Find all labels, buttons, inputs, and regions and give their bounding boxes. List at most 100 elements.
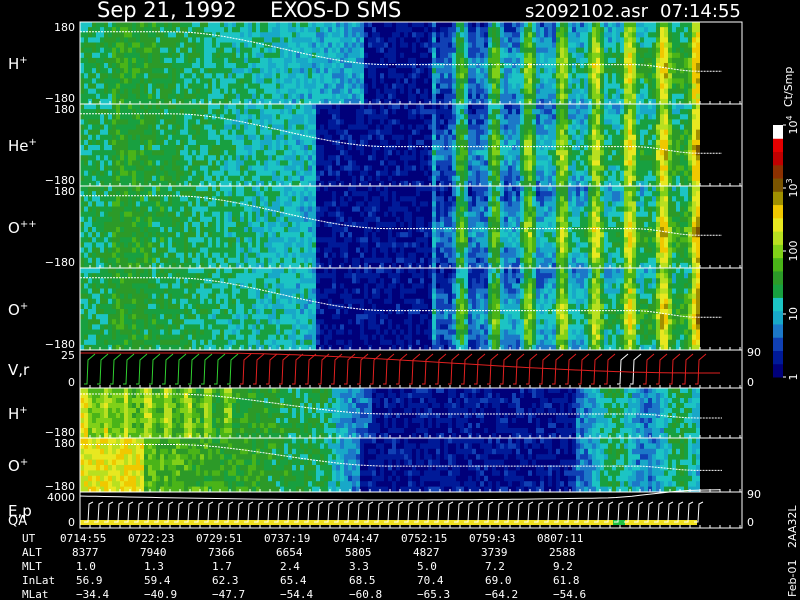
heatmap-cell bbox=[452, 109, 456, 115]
heatmap-cell bbox=[576, 47, 580, 54]
heatmap-cell bbox=[152, 73, 156, 79]
heatmap-cell bbox=[356, 68, 360, 74]
heatmap-cell bbox=[308, 68, 312, 74]
heatmap-cell bbox=[440, 57, 444, 64]
heatmap-cell bbox=[328, 52, 332, 59]
heatmap-cell bbox=[676, 165, 680, 172]
heatmap-cell bbox=[196, 93, 200, 100]
heatmap-cell bbox=[536, 170, 540, 177]
heatmap-cell bbox=[112, 170, 116, 177]
heatmap-cell bbox=[104, 63, 108, 69]
heatmap-cell bbox=[388, 170, 392, 177]
heatmap-cell bbox=[524, 175, 528, 182]
heatmap-cell bbox=[696, 73, 700, 79]
heatmap-cell bbox=[560, 175, 564, 182]
heatmap-cell bbox=[524, 42, 528, 49]
heatmap-cell bbox=[440, 175, 444, 182]
heatmap-cell bbox=[100, 63, 104, 69]
heatmap-cell bbox=[664, 57, 668, 64]
heatmap-cell bbox=[532, 170, 536, 177]
heatmap-cell bbox=[204, 145, 208, 151]
heatmap-cell bbox=[668, 88, 672, 95]
heatmap-cell bbox=[340, 119, 344, 126]
heatmap-cell bbox=[596, 78, 600, 85]
heatmap-cell bbox=[168, 175, 172, 182]
heatmap-cell bbox=[480, 129, 484, 136]
heatmap-cell bbox=[440, 27, 444, 33]
heatmap-cell bbox=[304, 78, 308, 85]
heatmap-cell bbox=[580, 170, 584, 177]
heatmap-cell bbox=[276, 37, 280, 44]
heatmap-cell bbox=[368, 27, 372, 33]
heatmap-cell bbox=[484, 124, 488, 131]
heatmap-cell bbox=[624, 93, 628, 100]
heatmap-cell bbox=[136, 150, 140, 156]
heatmap-cell bbox=[232, 134, 236, 141]
heatmap-cell bbox=[472, 42, 476, 49]
heatmap-cell bbox=[380, 109, 384, 115]
heatmap-cell bbox=[568, 124, 572, 131]
heatmap-cell bbox=[220, 27, 224, 33]
heatmap-cell bbox=[396, 165, 400, 172]
heatmap-cell bbox=[620, 109, 624, 115]
heatmap-cell bbox=[452, 68, 456, 74]
heatmap-cell bbox=[408, 52, 412, 59]
heatmap-cell bbox=[112, 150, 116, 156]
heatmap-cell bbox=[440, 104, 444, 110]
heatmap-cell bbox=[392, 32, 396, 38]
heatmap-cell bbox=[368, 124, 372, 131]
heatmap-cell bbox=[652, 150, 656, 156]
heatmap-cell bbox=[556, 155, 560, 161]
heatmap-cell bbox=[312, 37, 316, 44]
heatmap-cell bbox=[248, 104, 252, 110]
heatmap-cell bbox=[108, 119, 112, 126]
heatmap-cell bbox=[380, 170, 384, 177]
heatmap-cell bbox=[664, 134, 668, 141]
heatmap-cell bbox=[232, 52, 236, 59]
heatmap-cell bbox=[656, 160, 660, 167]
heatmap-cell bbox=[472, 68, 476, 74]
heatmap-cell bbox=[360, 129, 364, 136]
heatmap-cell bbox=[436, 139, 440, 146]
heatmap-cell bbox=[528, 73, 532, 79]
heatmap-cell bbox=[176, 93, 180, 100]
heatmap-cell bbox=[660, 47, 664, 54]
heatmap-cell bbox=[212, 124, 216, 131]
heatmap-cell bbox=[512, 145, 516, 151]
heatmap-cell bbox=[88, 150, 92, 156]
heatmap-cell bbox=[132, 37, 136, 44]
heatmap-cell bbox=[500, 104, 504, 110]
heatmap-cell bbox=[564, 150, 568, 156]
heatmap-cell bbox=[484, 93, 488, 100]
heatmap-cell bbox=[456, 83, 460, 90]
heatmap-cell bbox=[200, 119, 204, 126]
heatmap-cell bbox=[560, 27, 564, 33]
heatmap-cell bbox=[96, 129, 100, 136]
heatmap-cell bbox=[256, 57, 260, 64]
heatmap-cell bbox=[516, 42, 520, 49]
heatmap-cell bbox=[436, 109, 440, 115]
heatmap-cell bbox=[316, 63, 320, 69]
heatmap-cell bbox=[160, 37, 164, 44]
heatmap-cell bbox=[648, 57, 652, 64]
heatmap-cell bbox=[384, 170, 388, 177]
heatmap-cell bbox=[448, 83, 452, 90]
heatmap-cell bbox=[444, 93, 448, 100]
heatmap-cell bbox=[584, 68, 588, 74]
heatmap-cell bbox=[660, 175, 664, 182]
heatmap-cell bbox=[248, 109, 252, 115]
heatmap-cell bbox=[516, 150, 520, 156]
heatmap-cell bbox=[592, 155, 596, 161]
heatmap-cell bbox=[324, 73, 328, 79]
heatmap-cell bbox=[88, 52, 92, 59]
heatmap-cell bbox=[144, 104, 148, 110]
heatmap-cell bbox=[432, 37, 436, 44]
heatmap-cell bbox=[480, 139, 484, 146]
heatmap-cell bbox=[480, 150, 484, 156]
heatmap-cell bbox=[192, 22, 196, 28]
heatmap-cell bbox=[428, 52, 432, 59]
heatmap-cell bbox=[452, 175, 456, 182]
heatmap-cell bbox=[320, 63, 324, 69]
heatmap-cell bbox=[364, 57, 368, 64]
heatmap-cell bbox=[512, 32, 516, 38]
